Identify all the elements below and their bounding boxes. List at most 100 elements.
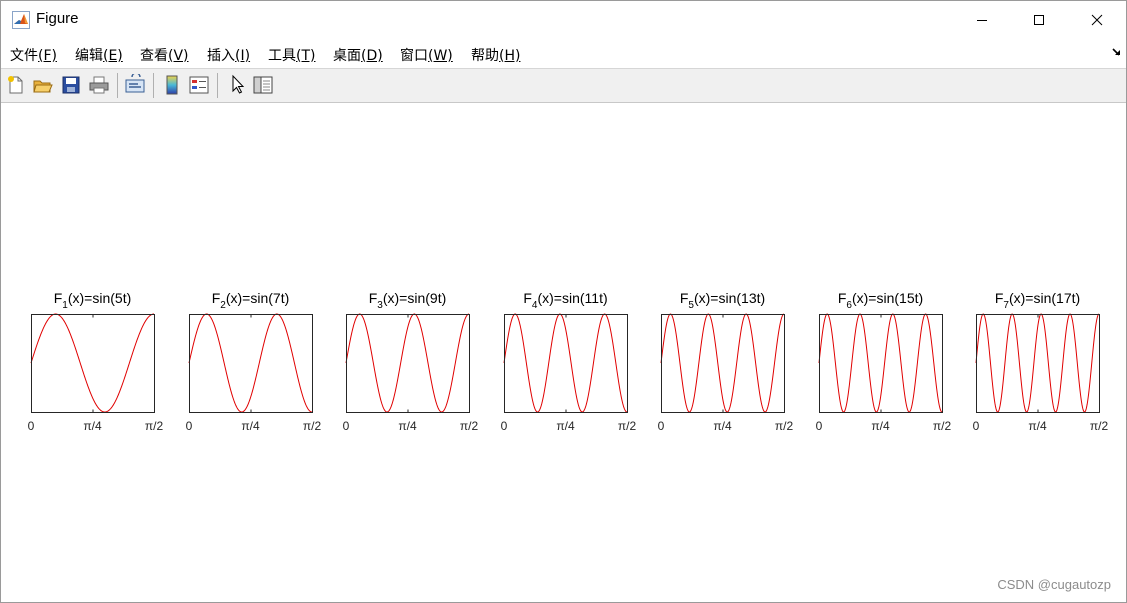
x-tick-label: π/4 — [713, 419, 732, 433]
title-rest: (x)=sin(5t) — [68, 290, 131, 306]
menu-file[interactable]: 文件(F) — [10, 45, 57, 65]
subplot-title: F3(x)=sin(9t) — [369, 290, 447, 311]
title-base: F — [680, 290, 689, 306]
figure-window: Figure 文件(F) 编辑(E) 查看(V) 插入(I) 工具(T) 桌面(… — [0, 0, 1127, 603]
sine-curve — [503, 313, 628, 413]
subplot-2[interactable]: F2(x)=sin(7t) 0 π/4 π/2 — [186, 290, 322, 433]
menu-window-key: (W) — [428, 48, 453, 64]
menu-insert-key: (I) — [235, 48, 251, 64]
menu-edit-label: 编辑 — [75, 48, 103, 64]
title-base: F — [523, 290, 532, 306]
menu-tools-label: 工具 — [268, 48, 296, 64]
x-tick-label: π/4 — [241, 419, 260, 433]
axes-box — [346, 314, 470, 413]
title-base: F — [838, 290, 847, 306]
watermark: CSDN @cugautozp — [997, 577, 1111, 592]
title-base: F — [369, 290, 378, 306]
menu-help-label: 帮助 — [471, 48, 499, 64]
toolbar — [1, 68, 1126, 103]
menu-window[interactable]: 窗口(W) — [400, 45, 453, 65]
x-tick-label: π/4 — [556, 419, 575, 433]
sine-curve — [30, 313, 155, 413]
title-rest: (x)=sin(13t) — [694, 290, 765, 306]
menu-desktop[interactable]: 桌面(D) — [333, 45, 383, 65]
x-tick-label: π/2 — [1090, 419, 1109, 433]
menu-insert[interactable]: 插入(I) — [207, 45, 250, 65]
property-inspector-icon[interactable] — [252, 74, 274, 96]
title-rest: (x)=sin(11t) — [537, 290, 607, 306]
toolbar-separator — [153, 73, 154, 98]
x-tick-label: 0 — [501, 419, 508, 433]
sine-curve — [345, 313, 470, 413]
subplot-7[interactable]: F7(x)=sin(17t) 0 π/4 π/2 — [973, 290, 1109, 433]
toolbar-separator — [217, 73, 218, 98]
menu-edit-key: (E) — [103, 48, 123, 64]
x-tick-label: π/2 — [775, 419, 794, 433]
subplot-title: F4(x)=sin(11t) — [523, 290, 607, 311]
insert-colorbar-icon[interactable] — [161, 74, 183, 96]
x-tick-label: π/4 — [83, 419, 102, 433]
save-icon[interactable] — [60, 74, 82, 96]
menu-tools[interactable]: 工具(T) — [268, 45, 315, 65]
dock-arrow-icon[interactable] — [1111, 46, 1123, 58]
title-rest: (x)=sin(17t) — [1009, 290, 1080, 306]
x-tick-label: 0 — [186, 419, 193, 433]
maximize-button[interactable] — [1010, 1, 1068, 39]
x-tick-label: π/4 — [871, 419, 890, 433]
print-icon[interactable] — [88, 74, 110, 96]
menu-file-label: 文件 — [10, 48, 38, 64]
menu-help-key: (H) — [499, 48, 521, 64]
menu-view-label: 查看 — [140, 48, 168, 64]
x-tick-label: π/2 — [933, 419, 952, 433]
title-bar[interactable]: Figure — [1, 1, 1126, 39]
minimize-button[interactable] — [953, 1, 1011, 39]
close-button[interactable] — [1068, 1, 1126, 39]
x-tick-label: π/2 — [303, 419, 322, 433]
menu-window-label: 窗口 — [400, 48, 428, 64]
menu-tools-key: (T) — [296, 48, 316, 64]
toolbar-separator — [117, 73, 118, 98]
subplot-grid: F1(x)=sin(5t) 0 π/4 π/2 F2(x)=sin(7t) 0 π/4 π/2… — [28, 290, 1109, 433]
menu-insert-label: 插入 — [207, 48, 235, 64]
title-base: F — [212, 290, 221, 306]
menu-desktop-label: 桌面 — [333, 48, 361, 64]
x-tick-label: π/2 — [460, 419, 479, 433]
x-tick-label: 0 — [973, 419, 980, 433]
sine-curve — [660, 313, 785, 413]
menu-desktop-key: (D) — [361, 48, 383, 64]
x-tick-label: 0 — [816, 419, 823, 433]
subplot-3[interactable]: F3(x)=sin(9t) 0 π/4 π/2 — [343, 290, 479, 433]
edit-plot-cursor-icon[interactable] — [227, 74, 249, 96]
title-rest: (x)=sin(15t) — [852, 290, 923, 306]
sine-curve — [818, 313, 943, 413]
subplot-1[interactable]: F1(x)=sin(5t) 0 π/4 π/2 — [28, 290, 164, 433]
menu-view-key: (V) — [168, 48, 189, 64]
matlab-icon — [12, 11, 30, 29]
link-plot-icon[interactable] — [124, 74, 146, 96]
new-figure-icon[interactable] — [5, 74, 27, 96]
sine-curve — [975, 313, 1100, 413]
subplot-title: F1(x)=sin(5t) — [54, 290, 132, 311]
title-rest: (x)=sin(7t) — [226, 290, 289, 306]
x-tick-label: π/4 — [398, 419, 417, 433]
menu-bar: 文件(F) 编辑(E) 查看(V) 插入(I) 工具(T) 桌面(D) 窗口(W… — [1, 39, 1126, 67]
title-base: F — [54, 290, 63, 306]
subplot-4[interactable]: F4(x)=sin(11t) 0 π/4 π/2 — [501, 290, 637, 433]
x-tick-label: 0 — [28, 419, 35, 433]
insert-legend-icon[interactable] — [188, 74, 210, 96]
window-title: Figure — [36, 10, 79, 27]
menu-view[interactable]: 查看(V) — [140, 45, 189, 65]
menu-file-key: (F) — [38, 48, 57, 64]
title-base: F — [995, 290, 1004, 306]
subplot-5[interactable]: F5(x)=sin(13t) 0 π/4 π/2 — [658, 290, 794, 433]
subplot-6[interactable]: F6(x)=sin(15t) 0 π/4 π/2 — [816, 290, 952, 433]
x-tick-label: 0 — [658, 419, 665, 433]
menu-edit[interactable]: 编辑(E) — [75, 45, 123, 65]
axes-box — [819, 314, 943, 413]
title-rest: (x)=sin(9t) — [383, 290, 446, 306]
menu-help[interactable]: 帮助(H) — [471, 45, 520, 65]
figure-canvas[interactable]: F1(x)=sin(5t) 0 π/4 π/2 F2(x)=sin(7t) 0 π/4 π/2… — [1, 103, 1126, 602]
maximize-icon — [1034, 15, 1044, 25]
subplot-title: F5(x)=sin(13t) — [680, 290, 765, 311]
open-file-icon[interactable] — [32, 74, 54, 96]
